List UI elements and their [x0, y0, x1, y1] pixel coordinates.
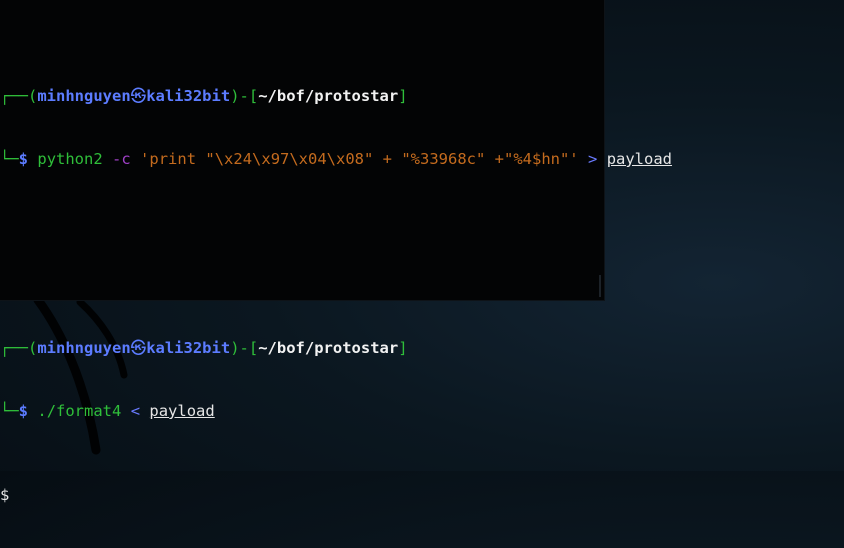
prompt-dollar: $ [18, 402, 29, 420]
prompt-dash: - [239, 339, 249, 357]
command-program: ./format4 [37, 402, 122, 420]
prompt-bracket-close: ] [398, 87, 408, 105]
prompt-cwd: ~/bof/protostar [258, 339, 399, 357]
command-redirect-operator: < [130, 402, 141, 420]
prompt-bracket-open: [ [248, 87, 259, 105]
command-line: └─$ python2 -c 'print "\x24\x97\x04\x08"… [0, 149, 672, 170]
prompt-hostname: kali32bit [146, 87, 231, 105]
command-line: └─$ ./format4 < payload [0, 401, 672, 422]
prompt-header-line: ┌──(minhnguyen㉿kali32bit)-[~/bof/protost… [0, 338, 672, 359]
prompt-corner-bottom: └─ [0, 402, 19, 420]
prompt-at-icon: ㉿ [130, 339, 147, 357]
prompt-paren-close: ) [230, 339, 240, 357]
prompt-at-icon: ㉿ [130, 87, 147, 105]
prompt-cwd: ~/bof/protostar [258, 87, 399, 105]
prompt-hostname: kali32bit [146, 339, 231, 357]
desktop-background: ┌──(minhnguyen㉿kali32bit)-[~/bof/protost… [0, 0, 844, 504]
command-redirect-file: payload [606, 150, 673, 168]
prompt-username: minhnguyen [37, 87, 131, 105]
command-script-string: 'print "\x24\x97\x04\x08" + "%33968c" +"… [140, 150, 579, 168]
prompt-dash: - [239, 87, 249, 105]
prompt-header-line: ┌──(minhnguyen㉿kali32bit)-[~/bof/protost… [0, 86, 672, 107]
command-redirect-operator: > [588, 150, 598, 168]
prompt-bracket-close: ] [398, 339, 408, 357]
prompt-corner-bottom: └─ [0, 150, 19, 168]
prompt-corner: ┌── [0, 339, 28, 357]
prompt-dollar: $ [18, 150, 29, 168]
command-redirect-file: payload [149, 402, 215, 420]
command-program: python2 [37, 150, 103, 168]
prompt-paren-open: ( [28, 339, 38, 357]
terminal-window[interactable]: ┌──(minhnguyen㉿kali32bit)-[~/bof/protost… [0, 0, 672, 504]
program-output-line: $ [0, 486, 10, 504]
prompt-paren-close: ) [230, 87, 240, 105]
prompt-paren-open: ( [28, 87, 38, 105]
prompt-bracket-open: [ [248, 339, 259, 357]
prompt-corner: ┌── [0, 87, 28, 105]
prompt-username: minhnguyen [37, 339, 131, 357]
terminal-output[interactable]: ┌──(minhnguyen㉿kali32bit)-[~/bof/protost… [0, 2, 672, 548]
command-flag: -c [112, 150, 131, 168]
resize-grip[interactable] [599, 275, 601, 297]
